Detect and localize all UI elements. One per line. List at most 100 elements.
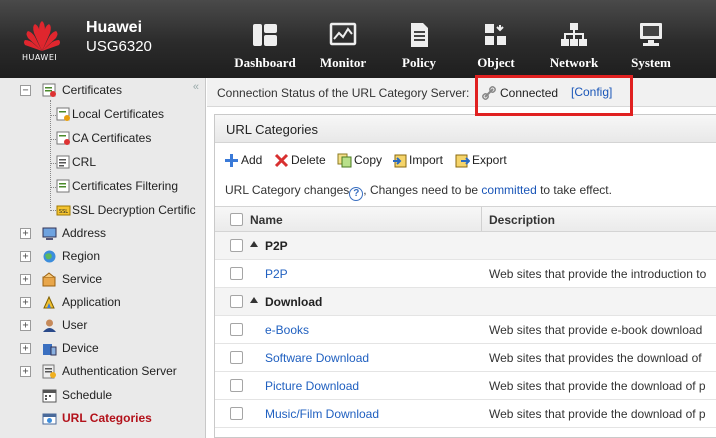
table-row[interactable]: P2P Web sites that provide the introduct… bbox=[215, 260, 716, 288]
committed-link[interactable]: committed bbox=[481, 183, 536, 197]
sidebar-item-label: Service bbox=[62, 272, 103, 286]
ssl-icon: SSL bbox=[56, 205, 71, 216]
table-group-row[interactable]: P2P bbox=[215, 232, 716, 260]
sidebar-item-schedule[interactable]: Schedule bbox=[0, 384, 205, 407]
expand-expander[interactable]: + bbox=[20, 366, 31, 377]
service-icon bbox=[42, 272, 56, 287]
category-name-link[interactable]: e-Books bbox=[265, 323, 309, 337]
sidebar-item-crl[interactable]: CRL bbox=[0, 151, 205, 174]
nav-policy[interactable]: Policy bbox=[392, 22, 446, 78]
calendar-icon bbox=[42, 389, 57, 403]
table-row[interactable]: e-Books Web sites that provide e-book do… bbox=[215, 316, 716, 344]
local-certificate-icon bbox=[56, 107, 70, 121]
sidebar-item-region[interactable]: + Region bbox=[0, 245, 205, 268]
nav-dashboard-label: Dashboard bbox=[234, 55, 296, 70]
expand-expander[interactable]: + bbox=[20, 320, 31, 331]
add-button[interactable]: Add bbox=[224, 151, 269, 171]
brand-wordmark: HUAWEI bbox=[22, 53, 58, 62]
sidebar-item-label: Authentication Server bbox=[62, 364, 177, 378]
sidebar-item-authentication-server[interactable]: + Authentication Server bbox=[0, 360, 205, 383]
nav-dashboard[interactable]: Dashboard bbox=[232, 22, 298, 78]
product-model: USG6320 bbox=[86, 38, 152, 55]
table-row[interactable]: Music/Film Download Web sites that provi… bbox=[215, 400, 716, 428]
table-row[interactable]: Software Download Web sites that provide… bbox=[215, 344, 716, 372]
row-checkbox[interactable] bbox=[230, 351, 243, 364]
import-label: Import bbox=[409, 153, 444, 167]
group-collapse-icon[interactable] bbox=[250, 241, 258, 247]
expand-expander[interactable]: + bbox=[20, 228, 31, 239]
category-description: Web sites that provides the download of bbox=[489, 351, 702, 365]
object-icon bbox=[485, 24, 506, 45]
collapse-expander[interactable]: − bbox=[20, 85, 31, 96]
category-name-link[interactable]: Software Download bbox=[265, 351, 369, 365]
nav-system[interactable]: System bbox=[624, 22, 678, 78]
server-status-label: Connection Status of the URL Category Se… bbox=[217, 86, 470, 100]
sidebar-item-label: User bbox=[62, 318, 88, 332]
sidebar-item-device[interactable]: + Device bbox=[0, 337, 205, 360]
authentication-server-icon bbox=[42, 364, 56, 379]
sidebar-item-ssl-decryption[interactable]: SSL SSL Decryption Certific bbox=[0, 199, 205, 222]
export-icon bbox=[455, 154, 470, 168]
table-row[interactable]: Picture Download Web sites that provide … bbox=[215, 372, 716, 400]
table-group-row[interactable]: Download bbox=[215, 288, 716, 316]
row-checkbox[interactable] bbox=[230, 323, 243, 336]
category-description: Web sites that provide e-book download bbox=[489, 323, 703, 337]
sidebar-item-certificates[interactable]: − Certificates bbox=[0, 79, 205, 102]
category-description: Web sites that provide the download of p bbox=[489, 379, 706, 393]
copy-button[interactable]: Copy bbox=[337, 151, 387, 171]
copy-label: Copy bbox=[354, 153, 383, 167]
import-button[interactable]: Import bbox=[392, 151, 452, 171]
expand-expander[interactable]: + bbox=[20, 297, 31, 308]
sidebar-item-address[interactable]: + Address bbox=[0, 222, 205, 245]
expand-expander[interactable]: + bbox=[20, 251, 31, 262]
application-icon bbox=[43, 295, 55, 309]
user-icon bbox=[43, 319, 56, 332]
nav-object[interactable]: Object bbox=[468, 22, 524, 78]
ca-certificate-icon bbox=[56, 131, 70, 145]
sidebar-item-url-categories[interactable]: URL Categories bbox=[0, 407, 205, 430]
row-checkbox[interactable] bbox=[230, 379, 243, 392]
nav-policy-label: Policy bbox=[402, 55, 436, 70]
svg-text:SSL: SSL bbox=[59, 209, 68, 215]
expand-expander[interactable]: + bbox=[20, 343, 31, 354]
plus-icon bbox=[225, 154, 238, 167]
row-checkbox[interactable] bbox=[230, 267, 243, 280]
device-icon bbox=[43, 344, 57, 356]
nav-object-label: Object bbox=[477, 55, 515, 70]
sidebar-item-local-certificates[interactable]: Local Certificates bbox=[0, 103, 205, 126]
export-button[interactable]: Export bbox=[455, 151, 517, 171]
sidebar-item-service[interactable]: + Service bbox=[0, 268, 205, 291]
help-icon[interactable]: ? bbox=[349, 187, 364, 201]
nav-monitor[interactable]: Monitor bbox=[313, 22, 373, 78]
column-header-name: Name bbox=[250, 213, 283, 227]
nav-network[interactable]: Network bbox=[543, 22, 605, 78]
sidebar-item-application[interactable]: + Application bbox=[0, 291, 205, 314]
group-collapse-icon[interactable] bbox=[250, 297, 258, 303]
category-name-link[interactable]: Music/Film Download bbox=[265, 407, 379, 421]
row-checkbox[interactable] bbox=[230, 295, 243, 308]
select-all-checkbox[interactable] bbox=[230, 213, 243, 226]
category-name-link[interactable]: Picture Download bbox=[265, 379, 359, 393]
column-header-description: Description bbox=[489, 213, 556, 227]
certificate-icon bbox=[42, 83, 56, 97]
row-checkbox[interactable] bbox=[230, 239, 243, 252]
sidebar-item-label: SSL Decryption Certific bbox=[72, 203, 196, 217]
highlight-annotation-box bbox=[475, 75, 633, 116]
sidebar-item-certificates-filtering[interactable]: Certificates Filtering bbox=[0, 175, 205, 198]
expand-expander[interactable]: + bbox=[20, 274, 31, 285]
delete-label: Delete bbox=[291, 153, 326, 167]
document-icon bbox=[411, 23, 428, 47]
table-header: Name Description bbox=[215, 206, 716, 232]
sidebar-item-label: Certificates bbox=[62, 83, 123, 97]
product-vendor: Huawei bbox=[86, 19, 143, 36]
copy-icon bbox=[337, 153, 352, 168]
sidebar-item-ca-certificates[interactable]: CA Certificates bbox=[0, 127, 205, 150]
category-description: Web sites that provide the download of p bbox=[489, 407, 706, 421]
row-checkbox[interactable] bbox=[230, 407, 243, 420]
nav-system-label: System bbox=[631, 55, 671, 70]
category-name-link[interactable]: P2P bbox=[265, 267, 288, 281]
delete-button[interactable]: Delete bbox=[274, 151, 332, 171]
main-content: Connection Status of the URL Category Se… bbox=[207, 78, 716, 438]
sidebar-item-user[interactable]: + User bbox=[0, 314, 205, 337]
delete-x-icon bbox=[274, 153, 289, 168]
